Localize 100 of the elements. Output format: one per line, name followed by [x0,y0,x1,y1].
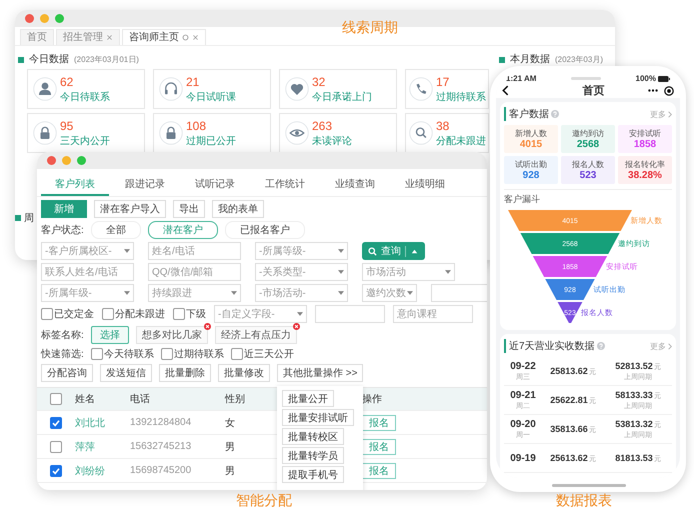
metric-tile[interactable]: 试听出勤 928 [504,156,558,184]
metric-tile[interactable]: 报名人数 523 [561,156,615,184]
checkbox[interactable] [90,348,103,360]
tab[interactable]: 业绩明细 [391,175,459,196]
select-field[interactable]: 市场活动 [362,263,455,281]
help-icon[interactable] [551,110,559,118]
lock-icon [33,121,57,145]
input-field[interactable]: QQ/微信/邮箱 [148,263,241,281]
batch-button[interactable]: 发送短信 [100,364,152,382]
maximize-dot[interactable] [77,156,86,165]
action-button[interactable]: 导出 [173,200,205,218]
amount-text: 53813.32 [615,418,653,428]
menu-item[interactable]: 提取手机号 [282,466,344,483]
tab[interactable]: 招生管理 [56,29,120,45]
customer-name-link[interactable]: 萍萍 [75,440,130,454]
tab[interactable]: 咨询师主页 [122,29,206,45]
tab[interactable]: 客户列表 [41,175,109,196]
more-icon[interactable] [648,89,658,92]
tab[interactable]: 工作统计 [251,175,319,196]
maximize-dot[interactable] [55,14,64,23]
checkbox[interactable] [160,348,173,360]
select-field[interactable]: -所属年级- [41,284,134,302]
phone-icon [409,77,433,101]
batch-button[interactable]: 其他批量操作 >> [277,364,364,382]
tab[interactable]: 业绩查询 [321,175,389,196]
tab[interactable]: 首页 [20,29,54,45]
select-field[interactable]: -客户所属校区- [41,242,134,260]
stat-card[interactable]: 17 过期待联系 [405,69,489,109]
action-button[interactable]: 我的表单 [212,200,264,218]
chevron-icon[interactable] [668,110,672,118]
close-icon[interactable] [106,34,113,41]
enroll-button[interactable]: 报名 [362,414,396,430]
remove-icon[interactable] [292,323,300,330]
select-field[interactable]: 邀约次数 [362,284,417,302]
select-field[interactable]: -关系类型- [255,263,348,281]
checkbox[interactable] [102,308,114,320]
stat-card[interactable]: 32 今日承诺上门 [279,69,397,109]
menu-item[interactable]: 批量公开 [282,390,334,407]
minimize-dot[interactable] [62,156,71,165]
metric-tile[interactable]: 安排试听 1858 [618,125,672,153]
checkbox[interactable] [173,308,185,320]
tab[interactable]: 试听记录 [181,175,249,196]
customer-name-link[interactable]: 刘纷纷 [75,464,130,478]
back-icon[interactable] [502,85,509,96]
more-link[interactable]: 更多 [650,108,666,120]
action-button[interactable]: 新增 [41,200,87,218]
card-title: 客户数据 [504,107,549,121]
menu-item[interactable]: 批量转校区 [282,428,344,445]
remove-icon[interactable] [204,323,211,330]
enroll-button[interactable]: 报名 [362,462,396,478]
close-dot[interactable] [47,156,56,165]
chevron-icon[interactable] [668,342,672,350]
minimize-dot[interactable] [40,14,49,23]
batch-button[interactable]: 批量删除 [159,364,211,382]
batch-button[interactable]: 批量修改 [218,364,270,382]
column-header: 电话 [130,392,151,406]
target-icon[interactable] [664,86,674,96]
stat-card[interactable]: 21 今日试听课 [153,69,271,109]
column-header: 性别 [225,392,246,406]
batch-button[interactable]: 分配咨询 [41,364,93,382]
caret-icon [124,291,130,295]
select-field[interactable]: -所属等级- [255,242,348,260]
select-field[interactable]: -市场活动- [255,284,348,302]
input-field[interactable]: 姓名/电话 [148,242,241,260]
checkbox[interactable] [50,416,62,428]
checkbox[interactable] [41,308,53,320]
action-button[interactable]: 潜在客户导入 [94,200,166,218]
checkbox[interactable] [50,464,62,476]
input-field[interactable]: 联系人姓名/电话 [41,263,134,281]
tag[interactable]: 想多对比几家 [136,326,208,344]
checkbox[interactable] [230,348,243,360]
tab[interactable]: 跟进记录 [111,175,179,196]
metric-tile[interactable]: 新增人数 4015 [504,125,558,153]
enroll-button[interactable]: 报名 [362,438,396,454]
checkbox[interactable] [50,393,62,405]
menu-item[interactable]: 批量转学员 [282,447,344,464]
customer-name-link[interactable]: 刘北北 [75,416,130,430]
input-field[interactable] [315,305,385,323]
metric-tile[interactable]: 邀约到访 2568 [561,125,615,153]
status-option[interactable]: 已报名客户 [224,221,305,239]
stat-card[interactable]: 62 今日待联系 [27,69,145,109]
caret-icon [445,270,451,274]
status-option[interactable]: 全部 [90,221,141,239]
tag[interactable]: 经济上有点压力 [214,326,297,344]
select-field[interactable]: 持续跟进 [148,284,241,302]
menu-item[interactable]: 批量安排试听 [282,409,354,426]
checkbox[interactable] [50,440,62,452]
filter-label: 标签名称: [41,328,84,342]
close-dot[interactable] [25,14,34,23]
more-link[interactable]: 更多 [650,340,666,352]
close-icon[interactable] [192,34,199,41]
input-field[interactable]: 意向课程 [393,305,473,323]
section-date: (2023年03月) [554,54,603,66]
metric-tile[interactable]: 报名转化率 38.28% [618,156,672,184]
status-option[interactable]: 潜在客户 [148,221,218,239]
search-button[interactable]: 查询 [362,242,425,260]
section-marker [18,57,24,63]
help-icon[interactable] [596,342,605,350]
select-field[interactable]: -自定义字段- [214,305,307,323]
choose-button[interactable]: 选择 [90,326,129,344]
